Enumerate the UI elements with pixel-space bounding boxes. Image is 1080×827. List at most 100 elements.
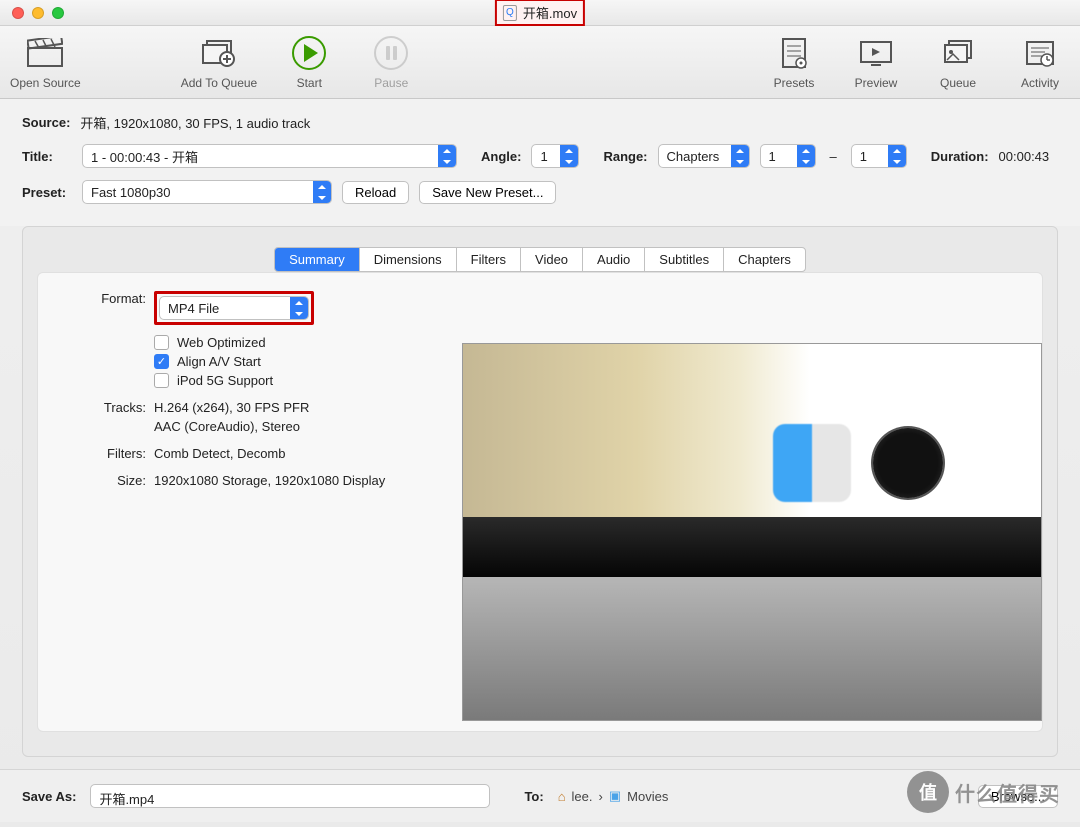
size-label: Size: <box>56 473 146 488</box>
toolbar: Open Source Add To Queue Start Pause Pre… <box>0 26 1080 99</box>
activity-icon <box>1021 34 1059 72</box>
preview-button[interactable]: Preview <box>846 34 906 90</box>
pause-button: Pause <box>361 34 421 90</box>
images-plus-icon <box>200 34 238 72</box>
range-from-select[interactable]: 1 <box>760 144 816 168</box>
format-select[interactable]: MP4 File <box>159 296 309 320</box>
tab-subtitles[interactable]: Subtitles <box>645 248 724 271</box>
range-type-select[interactable]: Chapters <box>658 144 750 168</box>
add-to-queue-label: Add To Queue <box>181 76 258 90</box>
title-label: Title: <box>22 149 72 164</box>
clapperboard-icon <box>26 34 64 72</box>
tab-video[interactable]: Video <box>521 248 583 271</box>
preview-icon <box>857 34 895 72</box>
watermark: 值 什么值得买 <box>907 771 1060 813</box>
play-icon <box>292 36 326 70</box>
presets-label: Presets <box>774 76 815 90</box>
summary-panel: Format: MP4 File Web Optimized ✓ Align A… <box>37 272 1043 732</box>
path-user: lee. <box>572 789 593 804</box>
preview-label: Preview <box>855 76 898 90</box>
zoom-icon[interactable] <box>52 7 64 19</box>
align-av-checkbox[interactable]: ✓ <box>154 354 169 369</box>
destination-path[interactable]: ⌂ lee. › ▣ Movies <box>558 788 669 804</box>
chevron-right-icon: › <box>599 789 603 804</box>
ipod-label: iPod 5G Support <box>177 373 273 388</box>
stepper-icon <box>313 181 331 203</box>
web-optimized-checkbox[interactable] <box>154 335 169 350</box>
stepper-icon <box>290 297 308 319</box>
save-as-label: Save As: <box>22 789 76 804</box>
stepper-icon <box>888 145 906 167</box>
tab-chapters[interactable]: Chapters <box>724 248 805 271</box>
tracks-video: H.264 (x264), 30 FPS PFR <box>154 400 309 415</box>
pause-label: Pause <box>374 76 408 90</box>
web-optimized-label: Web Optimized <box>177 335 266 350</box>
duration-value: 00:00:43 <box>999 149 1050 164</box>
folder-icon: ▣ <box>609 788 621 804</box>
close-icon[interactable] <box>12 7 24 19</box>
angle-label: Angle: <box>481 149 521 164</box>
stepper-icon <box>560 145 578 167</box>
open-source-label: Open Source <box>10 76 81 90</box>
start-label: Start <box>297 76 322 90</box>
align-av-label: Align A/V Start <box>177 354 261 369</box>
ipod-checkbox[interactable] <box>154 373 169 388</box>
titlebar: Q 开箱.mov <box>0 0 1080 26</box>
format-highlight: MP4 File <box>154 291 314 325</box>
finder-icon <box>773 424 851 502</box>
window-title: 开箱.mov <box>523 3 577 22</box>
tracks-label: Tracks: <box>56 400 146 415</box>
add-to-queue-button[interactable]: Add To Queue <box>181 34 258 90</box>
home-icon: ⌂ <box>558 789 566 804</box>
watermark-icon: 值 <box>907 771 949 813</box>
save-as-field[interactable]: 开箱.mp4 <box>90 784 490 808</box>
window-title-highlight: Q 开箱.mov <box>495 0 585 26</box>
stepper-icon <box>731 145 749 167</box>
presets-button[interactable]: Presets <box>764 34 824 90</box>
size-value: 1920x1080 Storage, 1920x1080 Display <box>154 473 385 488</box>
pause-icon <box>374 36 408 70</box>
title-value: 1 - 00:00:43 - 开箱 <box>83 147 438 166</box>
filters-value: Comb Detect, Decomb <box>154 446 286 461</box>
reload-button[interactable]: Reload <box>342 181 409 204</box>
source-label: Source: <box>22 115 70 130</box>
angle-select[interactable]: 1 <box>531 144 579 168</box>
source-info: Source: 开箱, 1920x1080, 30 FPS, 1 audio t… <box>0 99 1080 226</box>
title-select[interactable]: 1 - 00:00:43 - 开箱 <box>82 144 457 168</box>
format-label: Format: <box>56 291 146 306</box>
tracks-audio: AAC (CoreAudio), Stereo <box>154 419 309 434</box>
tab-summary[interactable]: Summary <box>275 248 360 271</box>
activity-button[interactable]: Activity <box>1010 34 1070 90</box>
activity-label: Activity <box>1021 76 1059 90</box>
quicktime-file-icon: Q <box>503 5 517 21</box>
window-controls <box>12 7 64 19</box>
tabs-panel: Summary Dimensions Filters Video Audio S… <box>22 226 1058 757</box>
to-label: To: <box>524 789 543 804</box>
queue-icon <box>939 34 977 72</box>
tab-filters[interactable]: Filters <box>457 248 521 271</box>
presets-icon <box>775 34 813 72</box>
preview-thumbnail <box>462 343 1042 721</box>
filters-label: Filters: <box>56 446 146 461</box>
siri-icon <box>873 428 943 498</box>
tab-dimensions[interactable]: Dimensions <box>360 248 457 271</box>
stepper-icon <box>797 145 815 167</box>
queue-label: Queue <box>940 76 976 90</box>
range-to-select[interactable]: 1 <box>851 144 907 168</box>
range-label: Range: <box>603 149 647 164</box>
preset-label: Preset: <box>22 185 72 200</box>
preset-select[interactable]: Fast 1080p30 <box>82 180 332 204</box>
start-button[interactable]: Start <box>279 34 339 90</box>
range-dash: – <box>826 149 841 164</box>
watermark-text: 什么值得买 <box>955 778 1060 807</box>
source-value: 开箱, 1920x1080, 30 FPS, 1 audio track <box>80 113 310 132</box>
queue-button[interactable]: Queue <box>928 34 988 90</box>
tabs: Summary Dimensions Filters Video Audio S… <box>37 247 1043 272</box>
minimize-icon[interactable] <box>32 7 44 19</box>
stepper-icon <box>438 145 456 167</box>
tab-audio[interactable]: Audio <box>583 248 645 271</box>
save-new-preset-button[interactable]: Save New Preset... <box>419 181 556 204</box>
open-source-button[interactable]: Open Source <box>10 34 81 90</box>
path-folder: Movies <box>627 789 668 804</box>
duration-label: Duration: <box>931 149 989 164</box>
